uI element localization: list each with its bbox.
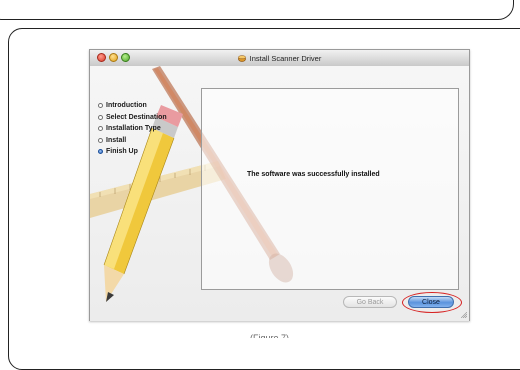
top-panel-frame	[0, 0, 514, 20]
installer-window: Install Scanner Driver Introduction Sele…	[89, 49, 470, 321]
step-select-destination: Select Destination	[98, 112, 167, 124]
step-label: Introduction	[106, 102, 147, 110]
content-pane: The software was successfully installed	[201, 88, 459, 290]
step-label: Select Destination	[106, 113, 167, 121]
step-bullet-icon	[98, 137, 103, 143]
resize-grip-icon[interactable]	[461, 312, 467, 318]
step-bullet-icon	[98, 114, 103, 120]
step-introduction: Introduction	[98, 100, 167, 112]
package-icon	[237, 55, 246, 62]
window-title: Install Scanner Driver	[249, 53, 322, 63]
figure-caption: (Figure 7)	[250, 333, 290, 338]
installer-steps: Introduction Select Destination Installa…	[98, 100, 167, 158]
step-label: Installation Type	[106, 125, 161, 133]
window-title-group: Install Scanner Driver	[90, 50, 469, 66]
go-back-button[interactable]: Go Back	[343, 296, 397, 308]
step-install: Install	[98, 135, 167, 147]
step-label: Finish Up	[106, 148, 138, 156]
title-bar[interactable]: Install Scanner Driver	[90, 50, 469, 67]
highlight-ring	[402, 292, 462, 313]
step-finish-up: Finish Up	[98, 146, 167, 158]
step-bullet-icon	[98, 126, 103, 132]
step-bullet-icon	[98, 103, 103, 109]
step-installation-type: Installation Type	[98, 123, 167, 135]
step-bullet-active-icon	[98, 149, 103, 155]
success-message: The software was successfully installed	[247, 171, 380, 178]
step-label: Install	[106, 136, 127, 144]
